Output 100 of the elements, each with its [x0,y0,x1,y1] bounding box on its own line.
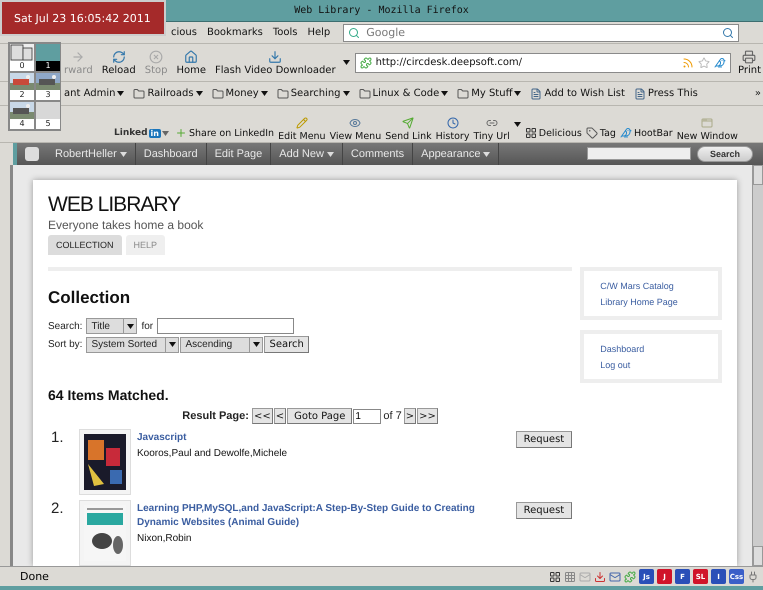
mail-icon[interactable] [579,570,591,582]
caret-icon [117,91,124,96]
select-field[interactable]: System Sorted [86,336,180,352]
folder-icon [358,88,371,100]
toolbar-button[interactable]: Flash Video Downloader [213,50,338,76]
toolbar-button[interactable]: Send Link [385,110,432,142]
pencil-icon [296,117,308,129]
link-icon [486,117,498,129]
workspace-button[interactable]: 5 [35,101,61,130]
workspace-button[interactable]: 0 [9,43,35,72]
pager-label: Result Page: [182,410,249,422]
previous-page-button[interactable]: < [274,408,286,424]
item-number: 2. [50,500,65,519]
home-icon [184,50,198,64]
caret-icon [441,91,448,96]
linkedin-button[interactable]: Linked in [112,124,171,142]
search-field[interactable]: Google [343,24,739,42]
page-icon [634,88,646,100]
last-page-button[interactable]: >> [417,408,438,424]
author-name: Kooros,Paul and Dewolfe,Michele [137,448,288,459]
select-field[interactable]: Ascending [180,336,264,352]
sidebar-link[interactable]: Library Home Page [600,297,718,307]
toolbar-button[interactable]: Share on LinkedIn [174,124,274,142]
bookmark-item[interactable]: Money [210,88,270,100]
tag-icon [586,127,598,139]
sidebar-link[interactable]: C/W Mars Catalog [600,281,718,291]
logo-icon[interactable] [25,147,39,161]
menu-item[interactable]: Help [304,27,334,38]
download-icon [268,50,282,64]
menu-item[interactable]: cious [168,27,200,38]
sidebar-link[interactable]: Dashboard [600,344,718,354]
toolbar-button[interactable]: Home [174,50,208,76]
bookmark-item[interactable]: Railroads [131,88,205,100]
desktop-thumbnail [36,44,60,61]
toolbar-button[interactable]: Delicious [524,124,582,142]
plug-icon[interactable] [747,570,759,582]
toolbar-button[interactable]: Tag [586,124,616,142]
print-button[interactable]: Print [736,50,763,76]
workspace-button[interactable]: 4 [9,101,35,130]
bird-icon [620,127,632,139]
search-button[interactable]: Search [264,336,309,353]
menu-item[interactable]: Tools [270,27,300,38]
page-heading: Collection [48,288,132,308]
stop-icon [149,50,164,64]
overflow-button[interactable]: » [752,88,763,99]
request-button[interactable]: Request [516,502,572,519]
mail-icon[interactable] [609,570,621,582]
workspace-button[interactable]: 3 [35,72,61,101]
toolbar-button[interactable]: View Menu [330,110,382,142]
next-page-button[interactable]: > [404,408,416,424]
new-window-icon [701,117,714,129]
search-field[interactable] [157,318,294,334]
bookmark-item[interactable]: Press This [632,88,700,100]
folder-icon [212,88,224,100]
toolbar-button[interactable]: HootBar [620,124,673,142]
toolbar-button[interactable]: New Window [676,110,738,142]
grid-icon[interactable] [549,570,561,582]
search-button[interactable]: Search [696,146,753,162]
eye-icon [349,117,362,129]
workspace-button[interactable]: 1 [35,43,61,72]
printer-icon [742,50,756,64]
clock-panel: Sat Jul 23 16:05:42 2011 [0,0,166,36]
book-title-link[interactable]: Learning PHP,MySQL,and JavaScript:A Step-By-Step Guide to Creating Dynamic Websites (Animal Guide) [137,502,510,530]
bookmark-item[interactable]: ant Admin [62,88,126,99]
bookmark-item[interactable]: Add to Wish List [528,88,627,100]
folder-icon [276,88,289,100]
toolbar-button[interactable]: Tiny Url [473,110,510,142]
admin-search-field[interactable] [586,147,691,160]
scrollbar[interactable] [752,165,763,566]
toolbar-button[interactable]: Reload [100,50,138,76]
rss-icon[interactable] [682,56,694,68]
sidebar-link[interactable]: Log out [600,360,718,370]
request-button[interactable]: Request [516,431,572,448]
bird-icon[interactable] [714,56,726,68]
download-icon[interactable] [594,570,606,582]
page-icon [530,88,542,100]
first-page-button[interactable]: << [252,408,273,424]
puzzle-icon[interactable] [624,570,636,582]
bookmark-item[interactable]: My Stuff [455,88,524,100]
workspace-button[interactable]: 2 [9,72,35,101]
caret-icon [342,91,350,96]
goto-page-button[interactable]: Goto Page [287,408,352,424]
select-field[interactable]: Title [86,318,138,334]
book-title-link[interactable]: Javascript [137,431,510,445]
url-field[interactable]: http://circdesk.deepsoft.com/ [354,52,731,72]
search-input[interactable]: Google [364,25,718,40]
caret-icon [168,342,176,347]
folder-icon [133,88,146,100]
search-icon[interactable] [722,26,734,38]
toolbar-button[interactable]: History [436,110,470,142]
toolbar-button[interactable]: Edit Menu [278,110,326,142]
caret-icon [260,91,268,96]
bookmark-item[interactable]: Linux & Code [356,88,450,100]
menu-item[interactable]: Bookmarks [204,27,266,38]
caret-icon [252,342,260,347]
bookmark-item[interactable]: Searching [274,88,352,100]
star-icon[interactable] [698,56,710,68]
caret-icon [342,60,350,65]
nav-tab[interactable]: COLLECTION [48,235,122,255]
page-number-field[interactable]: 1 [353,408,382,424]
